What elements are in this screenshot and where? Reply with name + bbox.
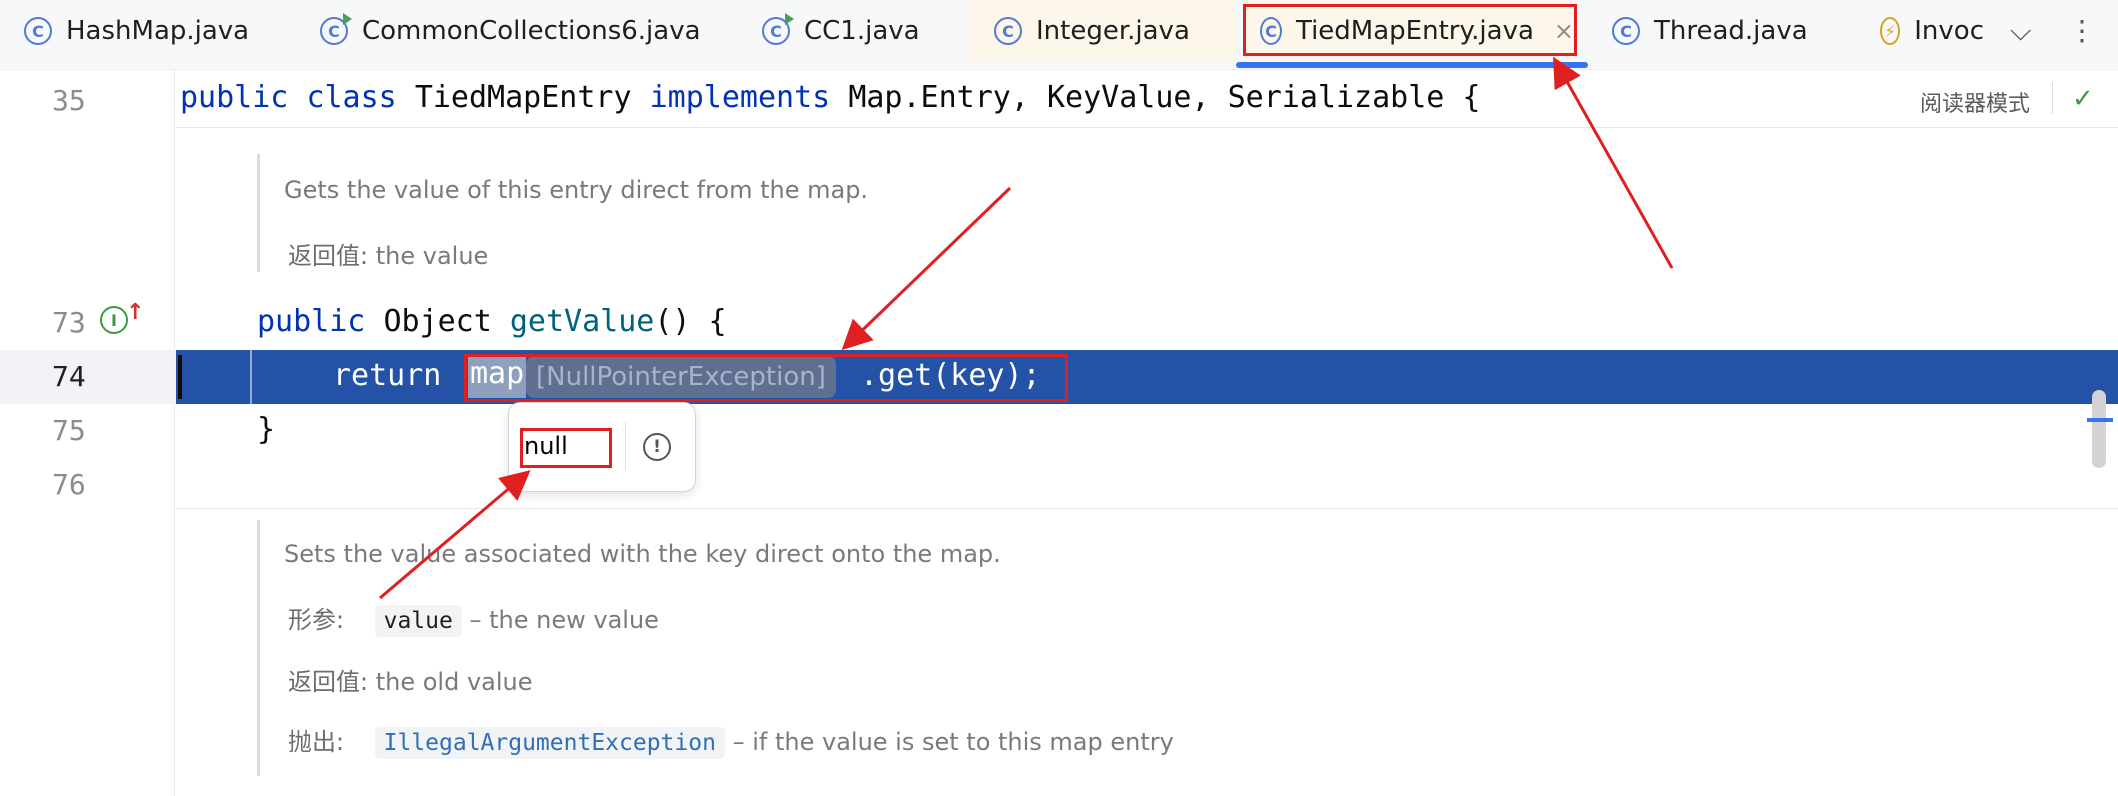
arrow-to-tab <box>1553 56 1674 269</box>
arrow-to-code <box>841 186 1012 351</box>
arrow-to-null <box>379 470 531 600</box>
annotation-arrows <box>379 56 1674 600</box>
